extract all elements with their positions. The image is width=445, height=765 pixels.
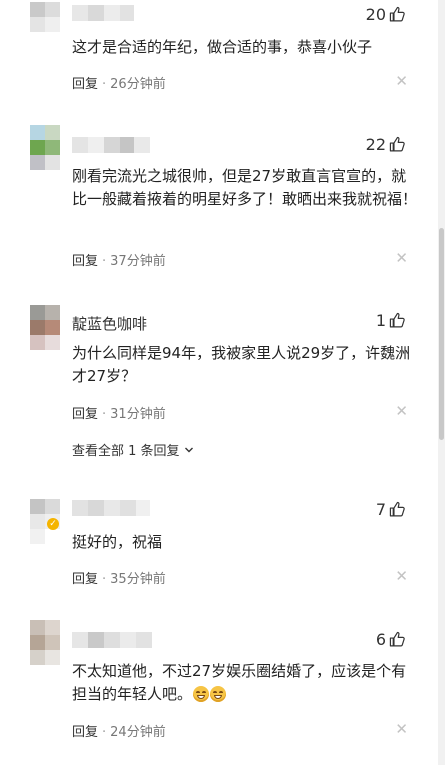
thumb-up-icon: [389, 631, 405, 647]
reply-button[interactable]: 回复: [72, 77, 98, 92]
username-blurred[interactable]: [72, 137, 150, 153]
close-icon[interactable]: ✕: [395, 72, 408, 90]
timestamp: 35分钟前: [110, 572, 166, 587]
separator-dot: ·: [102, 407, 107, 422]
thumb-up-icon: [389, 312, 405, 328]
comment-item: 22 刚看完流光之城很帅，但是27岁敢直言官宣的，就比一般藏着掖着的明星好多了！…: [0, 105, 438, 285]
avatar[interactable]: [30, 620, 60, 665]
scrollbar-thumb[interactable]: [439, 228, 444, 440]
reply-button[interactable]: 回复: [72, 407, 98, 422]
like-button[interactable]: 6: [376, 630, 406, 649]
username[interactable]: 靛蓝色咖啡: [72, 313, 147, 334]
comment-text: 这才是合适的年纪，做合适的事，恭喜小伙子: [72, 38, 373, 56]
avatar[interactable]: [30, 305, 60, 350]
timestamp: 24分钟前: [110, 725, 166, 740]
like-count: 20: [365, 5, 386, 24]
like-button[interactable]: 7: [376, 500, 406, 519]
comment-meta: 回复 · 37分钟前: [72, 250, 166, 269]
separator-dot: ·: [102, 725, 107, 740]
reply-button[interactable]: 回复: [72, 725, 98, 740]
comment-text: 刚看完流光之城很帅，但是27岁敢直言官宣的，就比一般藏着掖着的明星好多了！敢晒出…: [72, 167, 418, 208]
separator-dot: ·: [102, 77, 107, 92]
comment-text: 挺好的，祝福: [72, 533, 163, 551]
avatar[interactable]: [30, 2, 60, 32]
like-count: 6: [375, 630, 386, 649]
username-blurred[interactable]: [72, 5, 134, 21]
comment-text-content: 不太知道他，不过27岁娱乐圈结婚了，应该是个有担当的年轻人吧。: [72, 662, 407, 703]
thumb-up-icon: [389, 6, 405, 22]
comment-meta: 回复 · 24分钟前: [72, 721, 166, 740]
close-icon[interactable]: ✕: [395, 249, 408, 267]
comment-meta: 回复 · 26分钟前: [72, 73, 166, 92]
like-count: 22: [365, 135, 386, 154]
close-icon[interactable]: ✕: [395, 720, 408, 738]
comment-meta: 回复 · 35分钟前: [72, 568, 166, 587]
verified-badge-icon: ✓: [47, 518, 59, 530]
comment-text: 为什么同样是94年，我被家里人说29岁了，许魏洲才27岁？: [72, 344, 411, 385]
view-all-replies-link[interactable]: 查看全部 1 条回复: [72, 440, 194, 459]
comment-text: 不太知道他，不过27岁娱乐圈结婚了，应该是个有担当的年轻人吧。: [72, 660, 418, 706]
timestamp: 31分钟前: [110, 407, 166, 422]
comment-item: 6 不太知道他，不过27岁娱乐圈结婚了，应该是个有担当的年轻人吧。 回复 · 24分…: [0, 608, 438, 765]
comment-list: 20 这才是合适的年纪，做合适的事，恭喜小伙子 回复 · 26分钟前 ✕ 22 刚看…: [0, 0, 438, 765]
separator-dot: ·: [102, 572, 107, 587]
like-button[interactable]: 22: [366, 135, 406, 154]
like-count: 1: [375, 311, 386, 330]
comment-meta: 回复 · 31分钟前: [72, 403, 166, 422]
reply-button[interactable]: 回复: [72, 572, 98, 587]
thumb-up-icon: [389, 501, 405, 517]
username-blurred[interactable]: [72, 632, 152, 648]
scrollbar[interactable]: [438, 0, 445, 765]
close-icon[interactable]: ✕: [395, 567, 408, 585]
like-count: 7: [375, 500, 386, 519]
thumb-up-icon: [389, 136, 405, 152]
avatar[interactable]: [30, 125, 60, 170]
reply-button[interactable]: 回复: [72, 254, 98, 269]
timestamp: 37分钟前: [110, 254, 166, 269]
like-button[interactable]: 20: [366, 5, 406, 24]
close-icon[interactable]: ✕: [395, 402, 408, 420]
username-blurred[interactable]: [72, 500, 150, 516]
timestamp: 26分钟前: [110, 77, 166, 92]
view-all-replies-label: 查看全部 1 条回复: [72, 444, 180, 459]
comment-item: 靛蓝色咖啡 1 为什么同样是94年，我被家里人说29岁了，许魏洲才27岁？ 回复…: [0, 285, 438, 490]
grin-emoji-icon: [193, 686, 210, 702]
like-button[interactable]: 1: [376, 311, 406, 330]
separator-dot: ·: [102, 254, 107, 269]
comment-item: 20 这才是合适的年纪，做合适的事，恭喜小伙子 回复 · 26分钟前 ✕: [0, 0, 438, 105]
chevron-down-icon: [184, 447, 193, 453]
comment-item: ✓ 7 挺好的，祝福 回复 · 35分钟前 ✕: [0, 490, 438, 608]
grin-emoji-icon: [210, 686, 227, 702]
